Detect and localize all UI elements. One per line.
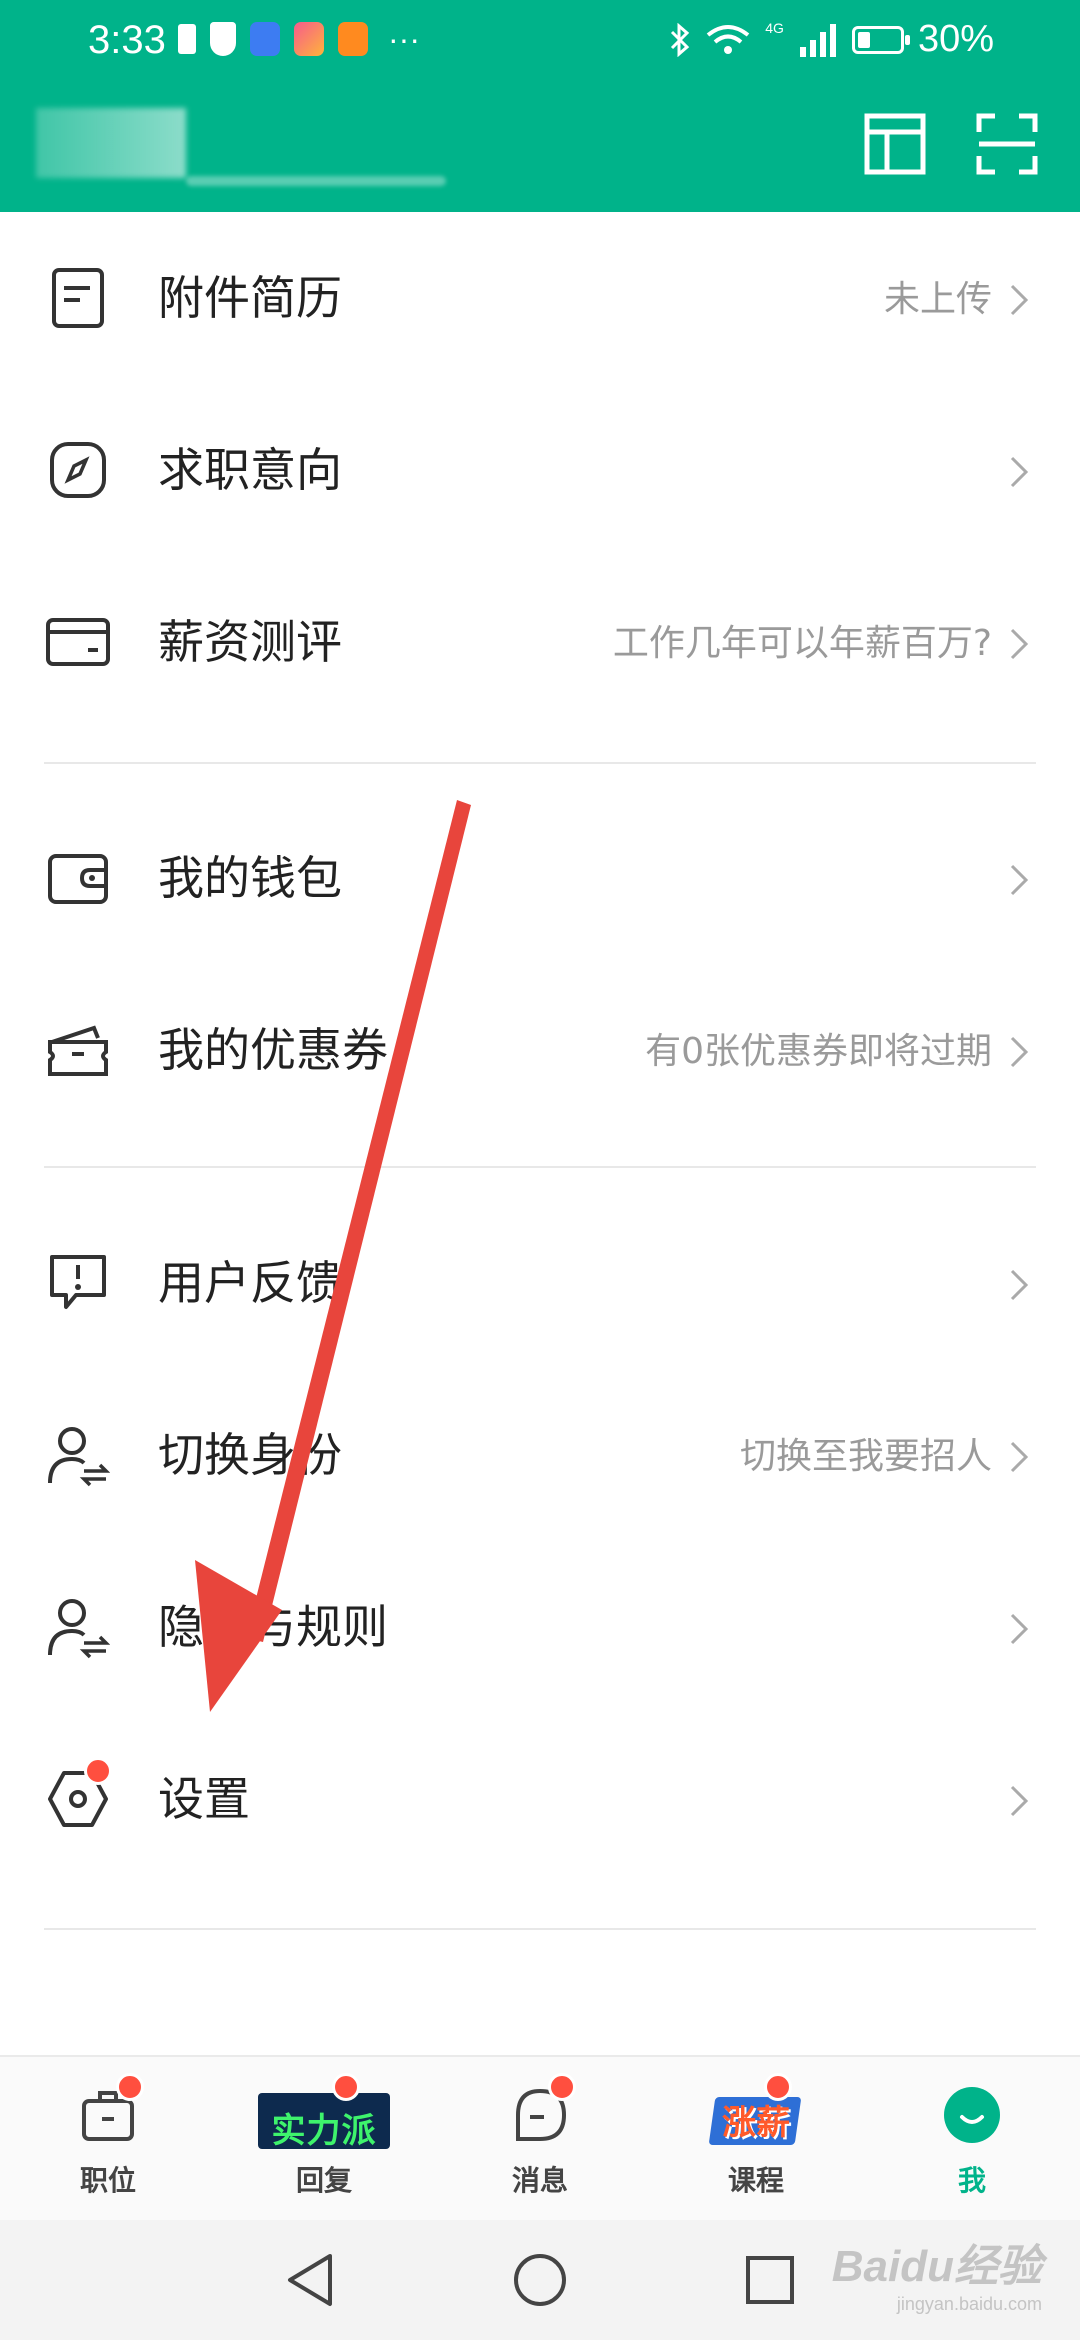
menu-item-label: 求职意向 [158, 443, 342, 497]
coupon-icon [48, 1025, 108, 1076]
sim-icon [178, 24, 196, 54]
tab-label: 消息 [511, 2164, 568, 2197]
tab-badge [764, 2073, 792, 2101]
user-name-blurred[interactable] [36, 98, 446, 188]
divider [44, 1928, 1036, 1930]
wallet-icon [48, 854, 108, 904]
menu-item-feedback[interactable]: 用户反馈 [0, 1197, 1080, 1369]
status-bar: 3:33 ··· 4G 30% [0, 0, 1080, 86]
home-icon[interactable] [512, 2250, 568, 2310]
top-header: 3:33 ··· 4G 30% [0, 0, 1080, 212]
recents-icon[interactable] [742, 2250, 798, 2310]
video-icon [338, 22, 368, 56]
menu-item-value: 未上传 [883, 279, 992, 320]
bluetooth-icon [671, 22, 690, 57]
chevron-right-icon [1010, 456, 1029, 488]
scan-icon[interactable] [975, 112, 1039, 176]
menu-item-privacy-rules[interactable]: 隐私与规则 [0, 1541, 1080, 1713]
menu-item-label: 设置 [158, 1772, 250, 1826]
layout-icon[interactable] [863, 112, 927, 176]
menu-item-job-intention[interactable]: 求职意向 [0, 384, 1080, 556]
banner-text: 涨薪 [722, 2103, 790, 2143]
menu-item-label: 用户反馈 [158, 1256, 342, 1310]
chevron-right-icon [1010, 1613, 1029, 1645]
menu-item-label: 我的钱包 [158, 851, 342, 905]
tab-courses[interactable]: 涨薪 课程 [648, 2057, 864, 2222]
tab-badge [116, 2073, 144, 2101]
battery-percent: 30% [917, 18, 994, 60]
book-icon: 涨薪 [706, 2093, 806, 2149]
wifi-icon [707, 24, 750, 54]
menu-item-value: 有0张优惠券即将过期 [645, 1031, 992, 1072]
tab-label: 回复 [295, 2164, 352, 2197]
divider [44, 1166, 1036, 1168]
banner-icon: 实力派 [258, 2093, 390, 2149]
chevron-right-icon [1010, 284, 1029, 316]
chevron-right-icon [1010, 1036, 1029, 1068]
chevron-right-icon [1010, 1441, 1029, 1473]
menu-item-settings[interactable]: 设置 [0, 1713, 1080, 1885]
menu-item-value: 工作几年可以年薪百万? [612, 623, 992, 664]
battery-icon [851, 25, 910, 54]
tab-jobs[interactable]: 职位 [0, 2057, 216, 2222]
app-icon [294, 22, 324, 56]
chevron-right-icon [1010, 1269, 1029, 1301]
notification-icons: ··· [178, 22, 420, 56]
network-type: 4G [765, 19, 784, 36]
more-notifications: ··· [388, 21, 420, 57]
menu-item-label: 附件简历 [158, 271, 342, 325]
menu-item-switch-identity[interactable]: 切换身份 切换至我要招人 [0, 1369, 1080, 1541]
tab-label: 我 [957, 2164, 986, 2197]
feedback-icon [50, 1255, 106, 1309]
divider [44, 762, 1036, 764]
tab-label: 课程 [727, 2164, 784, 2197]
signal-icon [799, 23, 836, 57]
banner-text: 实力派 [271, 2111, 377, 2149]
switch-user-icon [48, 1427, 110, 1487]
menu-item-label: 我的优惠券 [158, 1023, 388, 1077]
watermark-sub: jingyan.baidu.com [896, 2294, 1042, 2314]
menu-item-label: 薪资测评 [158, 615, 342, 669]
back-icon[interactable] [282, 2250, 338, 2310]
menu-item-label: 切换身份 [158, 1428, 342, 1482]
menu-item-resume[interactable]: 附件简历 未上传 [0, 212, 1080, 384]
card-icon [46, 618, 110, 666]
menu-item-coupons[interactable]: 我的优惠券 有0张优惠券即将过期 [0, 964, 1080, 1136]
chevron-right-icon [1010, 1785, 1029, 1817]
tab-me[interactable]: 我 [864, 2057, 1080, 2222]
menu-item-wallet[interactable]: 我的钱包 [0, 792, 1080, 964]
chevron-right-icon [1010, 864, 1029, 896]
tab-badge [548, 2073, 576, 2101]
watermark: Baidu经验 jingyan.baidu.com [832, 2230, 1042, 2315]
settings-badge [84, 1757, 112, 1785]
qq-icon [250, 22, 280, 56]
bottom-tab-bar: 职位 实力派 回复 消息 涨薪 课程 我 [0, 2055, 1080, 2222]
tab-badge [332, 2073, 360, 2101]
menu-item-salary-test[interactable]: 薪资测评 工作几年可以年薪百万? [0, 556, 1080, 728]
chevron-right-icon [1010, 628, 1029, 660]
shield-icon [210, 22, 236, 56]
compass-icon [50, 442, 106, 498]
status-right: 4G 30% [669, 18, 994, 61]
privacy-icon [48, 1599, 110, 1659]
tab-label: 职位 [79, 2164, 136, 2197]
resume-icon [52, 268, 104, 328]
tab-reply[interactable]: 实力派 回复 [216, 2057, 432, 2222]
menu-item-value: 切换至我要招人 [739, 1436, 992, 1477]
menu-item-label: 隐私与规则 [158, 1600, 388, 1654]
status-time: 3:33 [88, 18, 166, 62]
watermark-text: Baidu经验 [831, 2242, 1042, 2291]
tab-messages[interactable]: 消息 [432, 2057, 648, 2222]
smile-icon [944, 2087, 1000, 2143]
